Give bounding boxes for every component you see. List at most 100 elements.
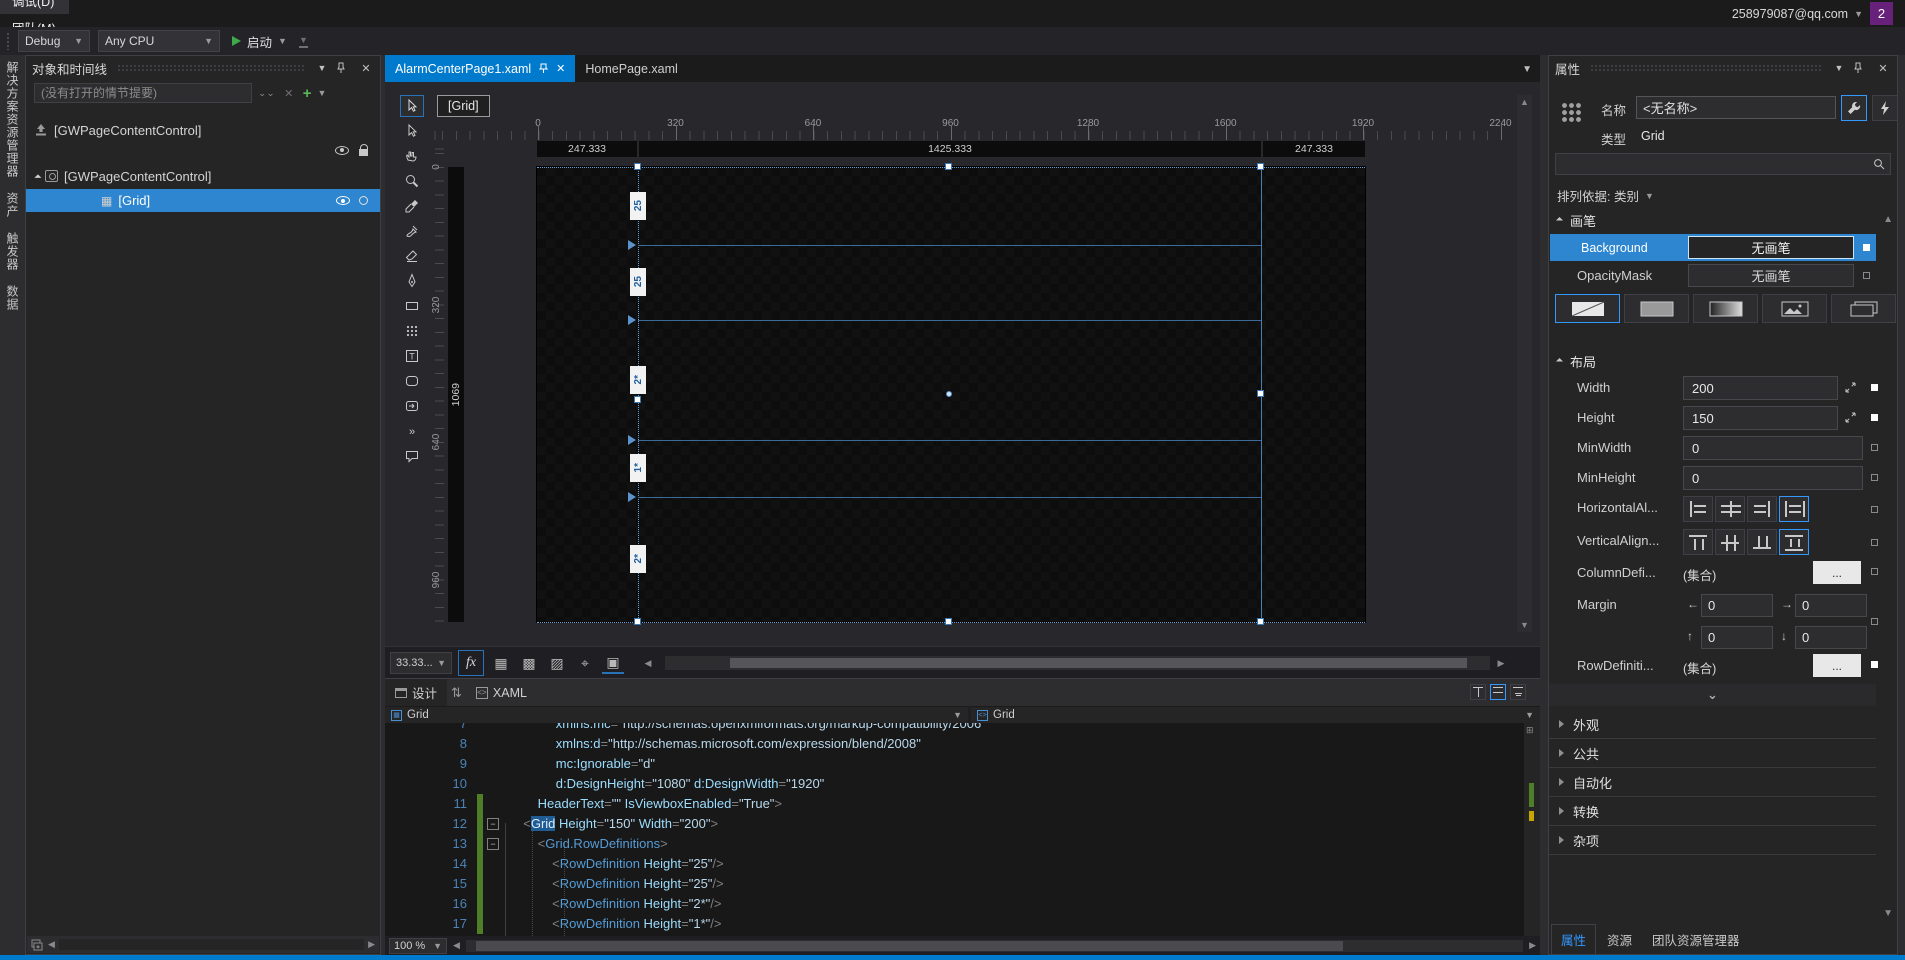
valign-top-button[interactable] [1683, 529, 1713, 555]
code-line[interactable]: 11 HeaderText="" IsViewboxEnabled="True"… [385, 794, 1524, 814]
null-brush-button[interactable] [1555, 294, 1620, 323]
designer-zoom-combo[interactable]: 33.33... ▼ [390, 652, 452, 674]
scrollbar-track[interactable] [58, 939, 365, 950]
property-marker[interactable] [1871, 384, 1878, 391]
avatar[interactable]: 2 [1870, 2, 1893, 25]
scroll-up-icon[interactable]: ▲ [1520, 97, 1529, 107]
vertical-split-button[interactable] [1470, 684, 1486, 700]
toolbar-overflow-button[interactable]: ▼ [298, 35, 308, 48]
code-line[interactable]: 14 <RowDefinition Height="25"/> [385, 854, 1524, 874]
scrollbar-thumb[interactable] [730, 658, 1467, 668]
configuration-combo[interactable]: Debug ▼ [18, 30, 90, 52]
section-转换[interactable]: 转换 [1549, 797, 1876, 826]
code-line[interactable]: 13− <Grid.RowDefinitions> [385, 834, 1524, 854]
horizontal-split-button[interactable] [1490, 684, 1506, 700]
pen-tool-icon[interactable] [400, 270, 424, 292]
designer-horizontal-scrollbar[interactable] [665, 656, 1490, 670]
scroll-left-icon[interactable]: ◀ [637, 652, 659, 674]
section-杂项[interactable]: 杂项 [1549, 826, 1876, 855]
pan-tool-icon[interactable] [400, 145, 424, 167]
tree-item-root[interactable]: [GWPageContentControl] [26, 164, 380, 188]
scroll-right-icon[interactable]: ▶ [1490, 652, 1512, 674]
items-control-tool-icon[interactable] [400, 395, 424, 417]
design-surface[interactable]: T» [Grid] 0 320 640 960 1280 1600 1920 2240 0 32… [385, 82, 1540, 646]
xaml-editor[interactable]: 7 xmlns:mc="http://schemas.openxmlformat… [385, 723, 1540, 936]
side-tab[interactable]: 资产 [4, 192, 21, 218]
account-menu[interactable]: 258979087@qq.com ▼ [1732, 0, 1863, 27]
tree-item-grid-selected[interactable]: ▦ [Grid] [26, 189, 380, 212]
scroll-left-icon[interactable]: ◀ [48, 939, 55, 950]
scroll-right-icon[interactable]: ▶ [368, 939, 375, 950]
minwidth-input[interactable]: 0 [1683, 436, 1863, 460]
pin-icon[interactable] [539, 63, 549, 74]
halign-center-button[interactable] [1715, 496, 1745, 522]
section-brushes[interactable]: 画笔 [1555, 211, 1596, 230]
property-marker[interactable] [1871, 506, 1878, 513]
side-tab[interactable]: 触发器 [4, 232, 21, 271]
margin-bottom-input[interactable]: 0 [1795, 626, 1867, 649]
snapping-button[interactable]: ⌖ [574, 652, 596, 674]
grid-tool-icon[interactable] [400, 320, 424, 342]
snap-snaplines-button[interactable]: ▨ [546, 652, 568, 674]
section-layout[interactable]: 布局 [1555, 352, 1596, 371]
xaml-pane-breadcrumb[interactable]: <> Grid ▼ [971, 706, 1540, 723]
selection-tool-icon[interactable] [400, 95, 424, 117]
pin-icon[interactable] [336, 62, 352, 74]
chevron-down-icon[interactable]: ▼ [314, 63, 330, 73]
property-marker[interactable] [1871, 444, 1878, 451]
scroll-right-icon[interactable]: ▶ [1529, 940, 1536, 951]
section-自动化[interactable]: 自动化 [1549, 768, 1876, 797]
toolbar-grip[interactable] [6, 32, 10, 50]
selection-breadcrumb-chip[interactable]: [Grid] [437, 95, 490, 117]
tab-xaml[interactable]: <> XAML [466, 679, 537, 707]
bottom-tab-3[interactable]: 团队资源管理器 [1643, 925, 1749, 954]
section-公共[interactable]: 公共 [1549, 739, 1876, 768]
set-auto-icon[interactable] [1845, 412, 1856, 423]
platform-combo[interactable]: Any CPU ▼ [98, 30, 220, 52]
properties-mode-button[interactable] [1841, 95, 1867, 121]
close-icon[interactable]: ✕ [556, 62, 565, 75]
image-brush-button[interactable] [1762, 294, 1827, 323]
opacitymask-value[interactable]: 无画笔 [1688, 264, 1854, 287]
halign-right-button[interactable] [1747, 496, 1777, 522]
snap-grid-button[interactable]: ▩ [518, 652, 540, 674]
eraser-tool-icon[interactable] [400, 245, 424, 267]
background-value[interactable]: 无画笔 [1688, 236, 1854, 259]
valign-center-button[interactable] [1715, 529, 1745, 555]
more-tool-icon[interactable]: » [400, 420, 424, 442]
scrollbar-thumb[interactable] [475, 940, 1343, 951]
editor-zoom-combo[interactable]: 100 % ▼ [389, 937, 447, 954]
storyboard-picker[interactable]: (没有打开的情节提要) [34, 83, 252, 103]
close-icon[interactable]: ✕ [358, 62, 374, 75]
fold-collapse-icon[interactable]: − [487, 837, 499, 850]
paint-tool-icon[interactable] [400, 220, 424, 242]
margin-right-input[interactable]: 0 [1795, 594, 1867, 617]
editor-vertical-scrollbar[interactable]: ⊞ [1524, 723, 1540, 936]
double-chevron-icon[interactable]: ⌄⌄ [258, 88, 275, 98]
name-input[interactable]: <无名称> [1636, 96, 1836, 119]
fold-collapse-icon[interactable]: − [487, 817, 499, 830]
coldef-ellipsis-button[interactable]: ... [1813, 561, 1861, 584]
editor-horizontal-scrollbar[interactable] [465, 939, 1524, 952]
code-line[interactable]: 12− <Grid Height="150" Width="200"> [385, 814, 1524, 834]
rectangle-tool-icon[interactable] [400, 295, 424, 317]
scroll-down-icon[interactable]: ▼ [1883, 908, 1893, 919]
property-marker[interactable] [1871, 474, 1878, 481]
tab-homepage[interactable]: HomePage.xaml [575, 55, 687, 82]
border-tool-icon[interactable] [400, 370, 424, 392]
side-tab[interactable]: 数据 [4, 285, 21, 311]
events-mode-button[interactable] [1872, 95, 1898, 121]
code-line[interactable]: 10 d:DesignHeight="1080" d:DesignWidth="… [385, 774, 1524, 794]
swap-panes-icon[interactable]: ⇅ [447, 685, 466, 701]
scope-row[interactable]: [GWPageContentControl] [26, 118, 380, 142]
start-debug-button[interactable]: 启动 ▼ [228, 32, 291, 51]
width-input[interactable]: 200 [1683, 376, 1838, 400]
code-line[interactable]: 8 xmlns:d="http://schemas.microsoft.com/… [385, 734, 1524, 754]
tab-list-chevron-icon[interactable]: ▼ [1522, 64, 1532, 75]
add-storyboard-button[interactable]: + [303, 85, 312, 102]
tab-alarmcenterpage[interactable]: AlarmCenterPage1.xaml ✕ [385, 55, 576, 82]
pin-icon[interactable] [1853, 62, 1869, 74]
show-gridlines-button[interactable]: ▦ [490, 652, 512, 674]
rowdef-ellipsis-button[interactable]: ... [1813, 654, 1861, 677]
halign-stretch-button[interactable] [1779, 496, 1809, 522]
